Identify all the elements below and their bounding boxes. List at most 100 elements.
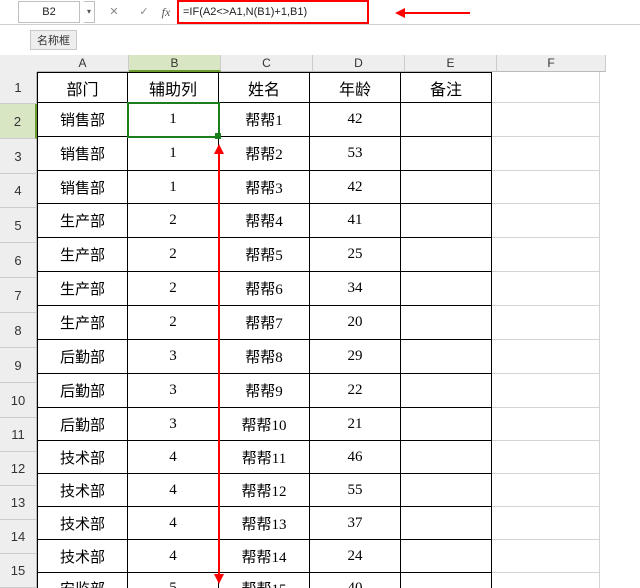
cell-A16[interactable]: 安监部 [37,573,128,588]
cell-E6[interactable] [401,238,492,272]
cell-B14[interactable]: 4 [128,507,219,540]
cell-D6[interactable]: 25 [310,238,401,272]
cell-C14[interactable]: 帮帮13 [219,507,310,540]
name-box-dropdown[interactable]: ▾ [84,1,95,23]
cell-B4[interactable]: 1 [128,171,219,204]
fx-label[interactable]: fx [155,5,177,20]
row-header-5[interactable]: 5 [0,208,37,243]
cell-B10[interactable]: 3 [128,374,219,408]
cell-A9[interactable]: 后勤部 [37,340,128,374]
cell-F11[interactable] [492,408,600,441]
cell-C16[interactable]: 帮帮15 [219,573,310,588]
cell-C8[interactable]: 帮帮7 [219,306,310,340]
cell-B2[interactable]: 1 [128,103,219,137]
cell-D5[interactable]: 41 [310,204,401,238]
cell-C1[interactable]: 姓名 [219,72,310,103]
cell-C10[interactable]: 帮帮9 [219,374,310,408]
cell-C7[interactable]: 帮帮6 [219,272,310,306]
cell-D12[interactable]: 46 [310,441,401,474]
col-header-c[interactable]: C [221,55,313,72]
col-header-d[interactable]: D [313,55,405,72]
cell-D11[interactable]: 21 [310,408,401,441]
row-header-2[interactable]: 2 [0,104,37,139]
row-header-12[interactable]: 12 [0,452,37,486]
cell-E8[interactable] [401,306,492,340]
cell-A13[interactable]: 技术部 [37,474,128,507]
cell-B9[interactable]: 3 [128,340,219,374]
cell-C9[interactable]: 帮帮8 [219,340,310,374]
row-header-10[interactable]: 10 [0,383,37,418]
cell-E15[interactable] [401,540,492,573]
cell-E5[interactable] [401,204,492,238]
cell-C6[interactable]: 帮帮5 [219,238,310,272]
cell-A3[interactable]: 销售部 [37,137,128,171]
cell-E11[interactable] [401,408,492,441]
cell-D4[interactable]: 42 [310,171,401,204]
cell-F16[interactable] [492,573,600,588]
cell-A15[interactable]: 技术部 [37,540,128,573]
cell-F7[interactable] [492,272,600,306]
cell-C11[interactable]: 帮帮10 [219,408,310,441]
cell-E2[interactable] [401,103,492,137]
cell-F13[interactable] [492,474,600,507]
cell-F2[interactable] [492,103,600,137]
cell-C4[interactable]: 帮帮3 [219,171,310,204]
cell-F9[interactable] [492,340,600,374]
formula-input[interactable]: =IF(A2<>A1,N(B1)+1,B1) [177,0,369,24]
row-header-14[interactable]: 14 [0,520,37,554]
cell-B15[interactable]: 4 [128,540,219,573]
cell-C13[interactable]: 帮帮12 [219,474,310,507]
row-header-1[interactable]: 1 [0,72,37,104]
cell-D10[interactable]: 22 [310,374,401,408]
cell-E7[interactable] [401,272,492,306]
cell-C5[interactable]: 帮帮4 [219,204,310,238]
cell-B7[interactable]: 2 [128,272,219,306]
cell-B11[interactable]: 3 [128,408,219,441]
formula-cancel-icon[interactable] [103,2,125,22]
cell-B8[interactable]: 2 [128,306,219,340]
cell-A2[interactable]: 销售部 [37,103,128,137]
cell-A7[interactable]: 生产部 [37,272,128,306]
cell-A8[interactable]: 生产部 [37,306,128,340]
cell-D3[interactable]: 53 [310,137,401,171]
name-box[interactable]: B2 [18,1,80,23]
cell-E1[interactable]: 备注 [401,72,492,103]
cell-A11[interactable]: 后勤部 [37,408,128,441]
cell-A10[interactable]: 后勤部 [37,374,128,408]
cell-D7[interactable]: 34 [310,272,401,306]
row-header-13[interactable]: 13 [0,486,37,520]
cell-E16[interactable] [401,573,492,588]
cell-F14[interactable] [492,507,600,540]
cell-F15[interactable] [492,540,600,573]
cell-A12[interactable]: 技术部 [37,441,128,474]
cell-F3[interactable] [492,137,600,171]
row-header-15[interactable]: 15 [0,554,37,588]
row-header-4[interactable]: 4 [0,174,37,208]
row-header-11[interactable]: 11 [0,418,37,452]
cell-F8[interactable] [492,306,600,340]
cell-D9[interactable]: 29 [310,340,401,374]
cell-C15[interactable]: 帮帮14 [219,540,310,573]
cell-A6[interactable]: 生产部 [37,238,128,272]
formula-confirm-icon[interactable] [133,2,155,22]
cell-E12[interactable] [401,441,492,474]
cell-B13[interactable]: 4 [128,474,219,507]
cell-F6[interactable] [492,238,600,272]
col-header-a[interactable]: A [37,55,129,72]
cell-F4[interactable] [492,171,600,204]
cell-F10[interactable] [492,374,600,408]
cell-A1[interactable]: 部门 [37,72,128,103]
cell-F5[interactable] [492,204,600,238]
cell-E13[interactable] [401,474,492,507]
cell-C12[interactable]: 帮帮11 [219,441,310,474]
select-all-triangle[interactable] [0,55,38,73]
cell-B12[interactable]: 4 [128,441,219,474]
cell-C3[interactable]: 帮帮2 [219,137,310,171]
cell-B1[interactable]: 辅助列 [128,72,219,103]
cell-D8[interactable]: 20 [310,306,401,340]
cell-D1[interactable]: 年龄 [310,72,401,103]
cell-E9[interactable] [401,340,492,374]
row-header-3[interactable]: 3 [0,139,37,174]
cell-A4[interactable]: 销售部 [37,171,128,204]
cell-E10[interactable] [401,374,492,408]
